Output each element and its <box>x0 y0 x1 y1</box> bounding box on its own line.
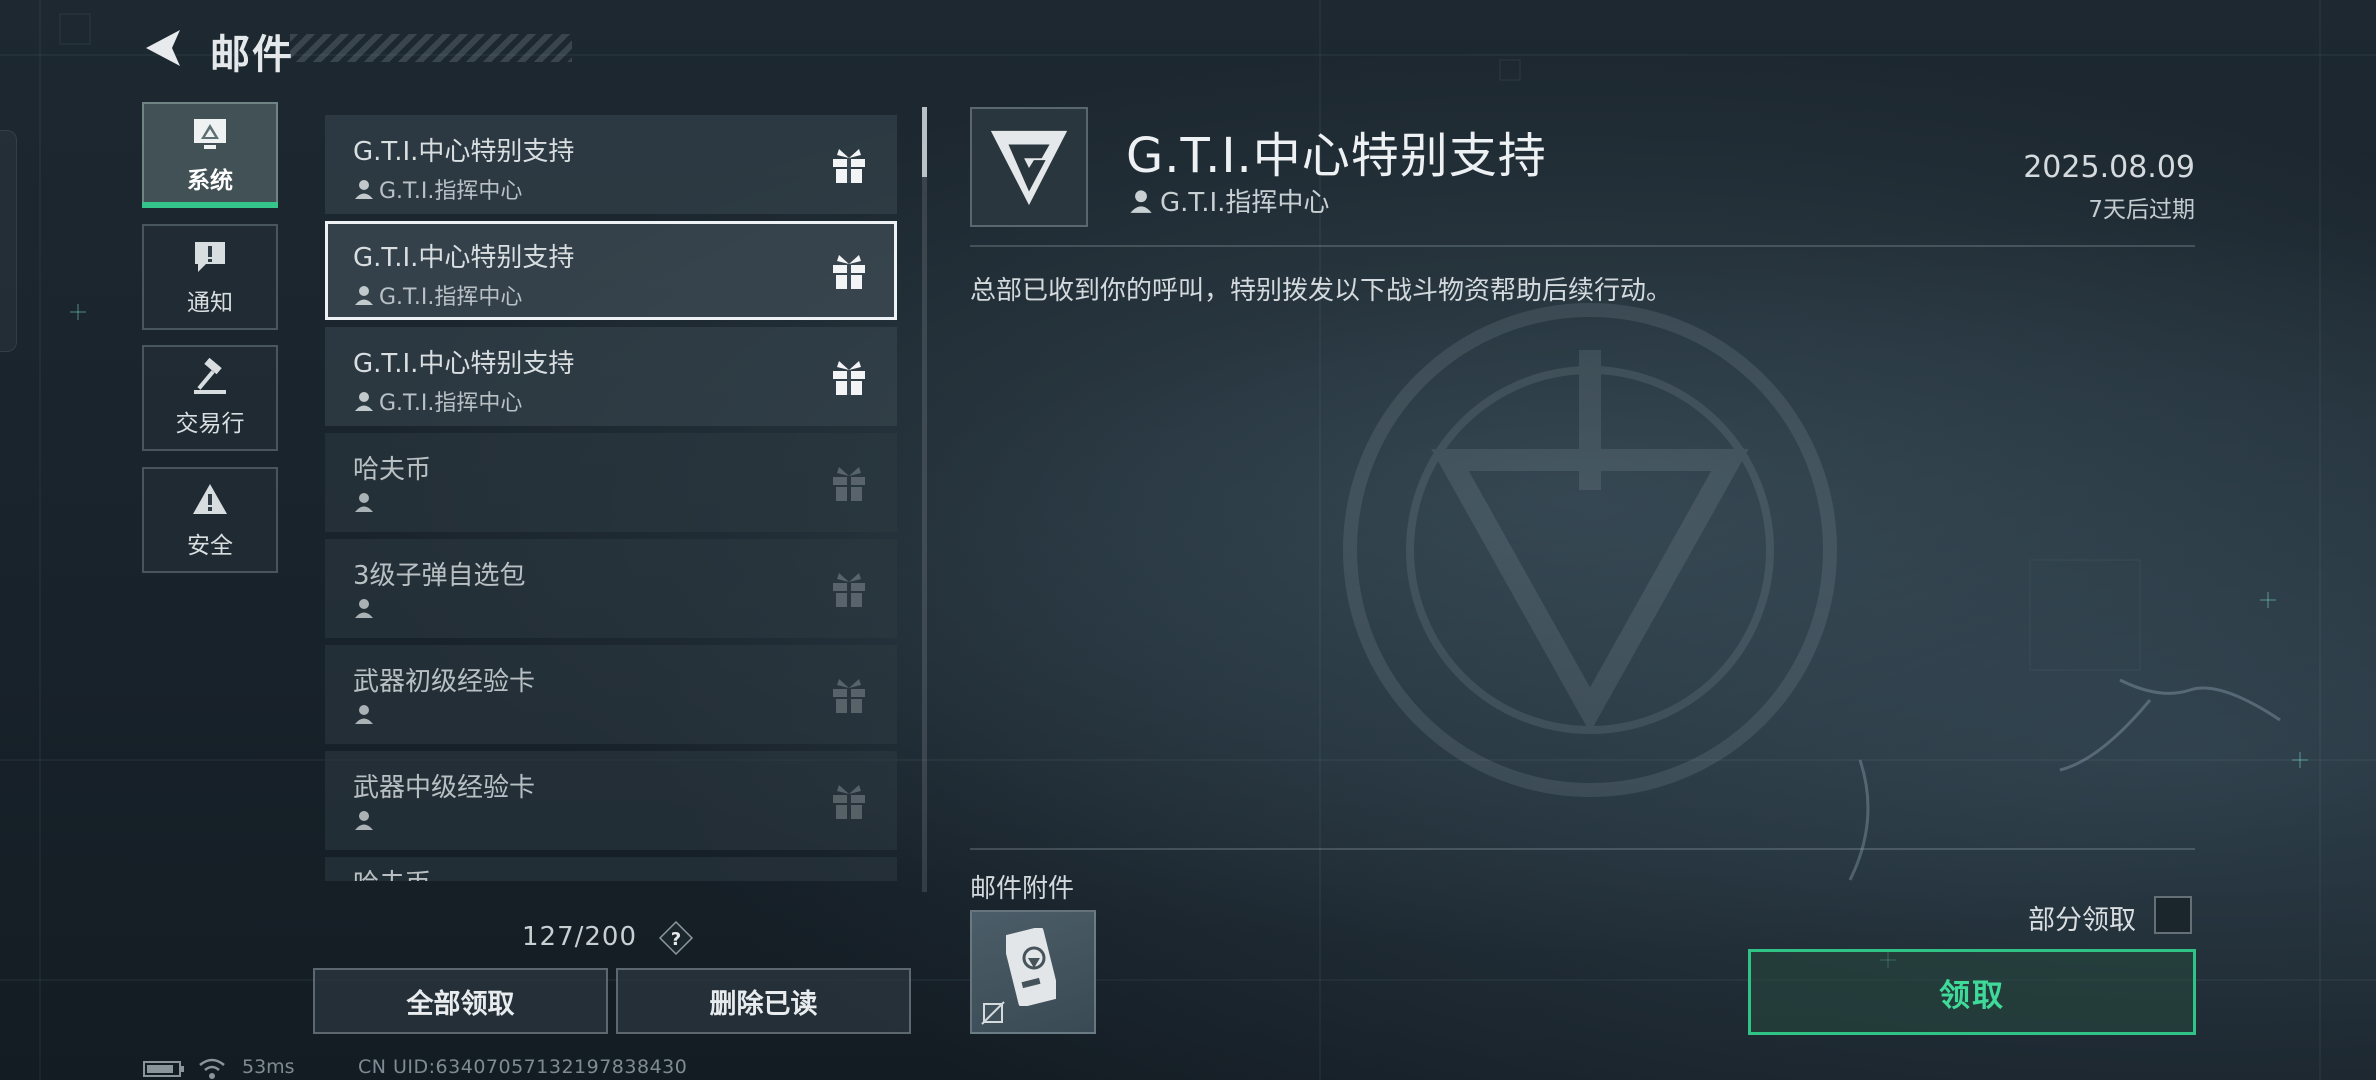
person-icon <box>355 392 373 411</box>
back-arrow-icon[interactable] <box>140 24 188 72</box>
side-drawer-handle[interactable] <box>0 130 17 352</box>
attachment-item[interactable] <box>970 910 1096 1034</box>
gavel-icon <box>194 358 226 394</box>
mail-title: G.T.I.中心特别支持 <box>353 349 575 379</box>
list-scrollbar-thumb[interactable] <box>922 107 927 177</box>
help-glyph: ? <box>671 929 681 950</box>
mail-title: G.T.I.中心特别支持 <box>353 137 575 167</box>
partial-claim-label: 部分领取 <box>2028 905 2136 936</box>
person-icon <box>355 180 373 199</box>
person-icon <box>355 286 373 305</box>
claim-button[interactable]: 领取 <box>1748 949 2196 1035</box>
mail-item[interactable]: G.T.I.中心特别支持 G.T.I.指挥中心 <box>325 221 897 320</box>
mail-sender <box>353 597 379 619</box>
person-icon <box>355 705 373 724</box>
mail-item[interactable]: G.T.I.中心特别支持 G.T.I.指挥中心 <box>325 327 897 426</box>
mail-sender <box>353 809 379 831</box>
mail-sender-name: G.T.I.指挥中心 <box>379 391 523 416</box>
mail-item[interactable]: 哈夫币 <box>325 857 897 881</box>
ping-text: 53ms <box>242 1056 295 1078</box>
mail-item[interactable]: 武器初级经验卡 <box>325 645 897 744</box>
mail-count: 127/200 <box>522 922 638 952</box>
mail-date: 2025.08.09 <box>2023 150 2195 185</box>
person-icon <box>355 811 373 830</box>
gti-logo-icon <box>990 130 1068 206</box>
gift-opened-icon <box>833 573 865 607</box>
mail-detail-sender-name: G.T.I.指挥中心 <box>1160 188 1330 218</box>
warning-icon <box>193 484 227 514</box>
tab-system[interactable]: 系统 <box>142 102 278 208</box>
mail-expire: 7天后过期 <box>2088 197 2195 223</box>
tab-label: 通知 <box>187 290 233 316</box>
mail-title: 武器初级经验卡 <box>353 667 536 697</box>
mail-body: 总部已收到你的呼叫，特别拨发以下战斗物资帮助后续行动。 <box>970 276 1673 306</box>
person-icon <box>355 493 373 512</box>
supply-card-icon <box>1006 928 1056 1006</box>
gti-logo <box>970 107 1088 227</box>
attachments-label: 邮件附件 <box>970 874 1075 904</box>
list-scrollbar[interactable] <box>922 107 927 892</box>
partial-claim-checkbox[interactable] <box>2154 896 2192 934</box>
mail-title: 3级子弹自选包 <box>353 561 526 591</box>
gti-emblem-watermark <box>1343 303 1837 797</box>
gift-opened-icon <box>833 785 865 819</box>
claim-all-button[interactable]: 全部领取 <box>313 968 608 1034</box>
mail-sender: G.T.I.指挥中心 <box>353 279 522 311</box>
mail-detail-title: G.T.I.中心特别支持 <box>1126 128 1547 184</box>
mail-item[interactable]: 武器中级经验卡 <box>325 751 897 850</box>
mail-sender-name: G.T.I.指挥中心 <box>379 179 523 204</box>
mail-title: 武器中级经验卡 <box>353 773 536 803</box>
delete-read-button[interactable]: 删除已读 <box>616 968 911 1034</box>
uid-text: CN UID:6340705713219783843​0 <box>358 1056 688 1078</box>
monitor-icon <box>194 119 226 149</box>
divider <box>970 848 2195 850</box>
page-title: 邮件 <box>210 32 294 78</box>
mail-title: G.T.I.中心特别支持 <box>353 243 575 273</box>
tab-security[interactable]: 安全 <box>142 467 278 573</box>
tab-label: 交易行 <box>175 411 245 437</box>
divider <box>970 245 2195 247</box>
tab-label: 系统 <box>187 168 233 194</box>
person-icon <box>1130 189 1152 213</box>
gift-icon <box>833 361 865 395</box>
gift-opened-icon <box>833 467 865 501</box>
title-stripe-decoration <box>290 34 572 62</box>
mail-title: 哈夫币 <box>353 455 432 485</box>
gift-icon <box>833 149 865 183</box>
help-icon[interactable]: ? <box>658 920 694 956</box>
mail-list[interactable]: G.T.I.中心特别支持 G.T.I.指挥中心 G.T.I.中心特别支持 G.T… <box>325 115 897 890</box>
gift-opened-icon <box>833 679 865 713</box>
mail-sender-name: G.T.I.指挥中心 <box>379 285 523 310</box>
tab-notice[interactable]: 通知 <box>142 224 278 330</box>
notice-icon <box>195 242 225 272</box>
mail-item[interactable]: G.T.I.中心特别支持 G.T.I.指挥中心 <box>325 115 897 214</box>
mail-detail-sender: G.T.I.指挥中心 <box>1128 182 1329 219</box>
untradeable-icon <box>981 1001 1005 1025</box>
mail-sender: G.T.I.指挥中心 <box>353 385 522 417</box>
wifi-icon <box>199 1058 225 1079</box>
mail-item[interactable]: 哈夫币 <box>325 433 897 532</box>
tab-trading[interactable]: 交易行 <box>142 345 278 451</box>
mail-sender: G.T.I.指挥中心 <box>353 173 522 205</box>
tab-label: 安全 <box>187 533 233 559</box>
mail-sender <box>353 703 379 725</box>
mail-title: 哈夫币 <box>353 863 431 881</box>
gift-icon <box>833 255 865 289</box>
battery-icon <box>143 1061 184 1077</box>
mail-item[interactable]: 3级子弹自选包 <box>325 539 897 638</box>
mail-sender <box>353 491 379 513</box>
person-icon <box>355 599 373 618</box>
